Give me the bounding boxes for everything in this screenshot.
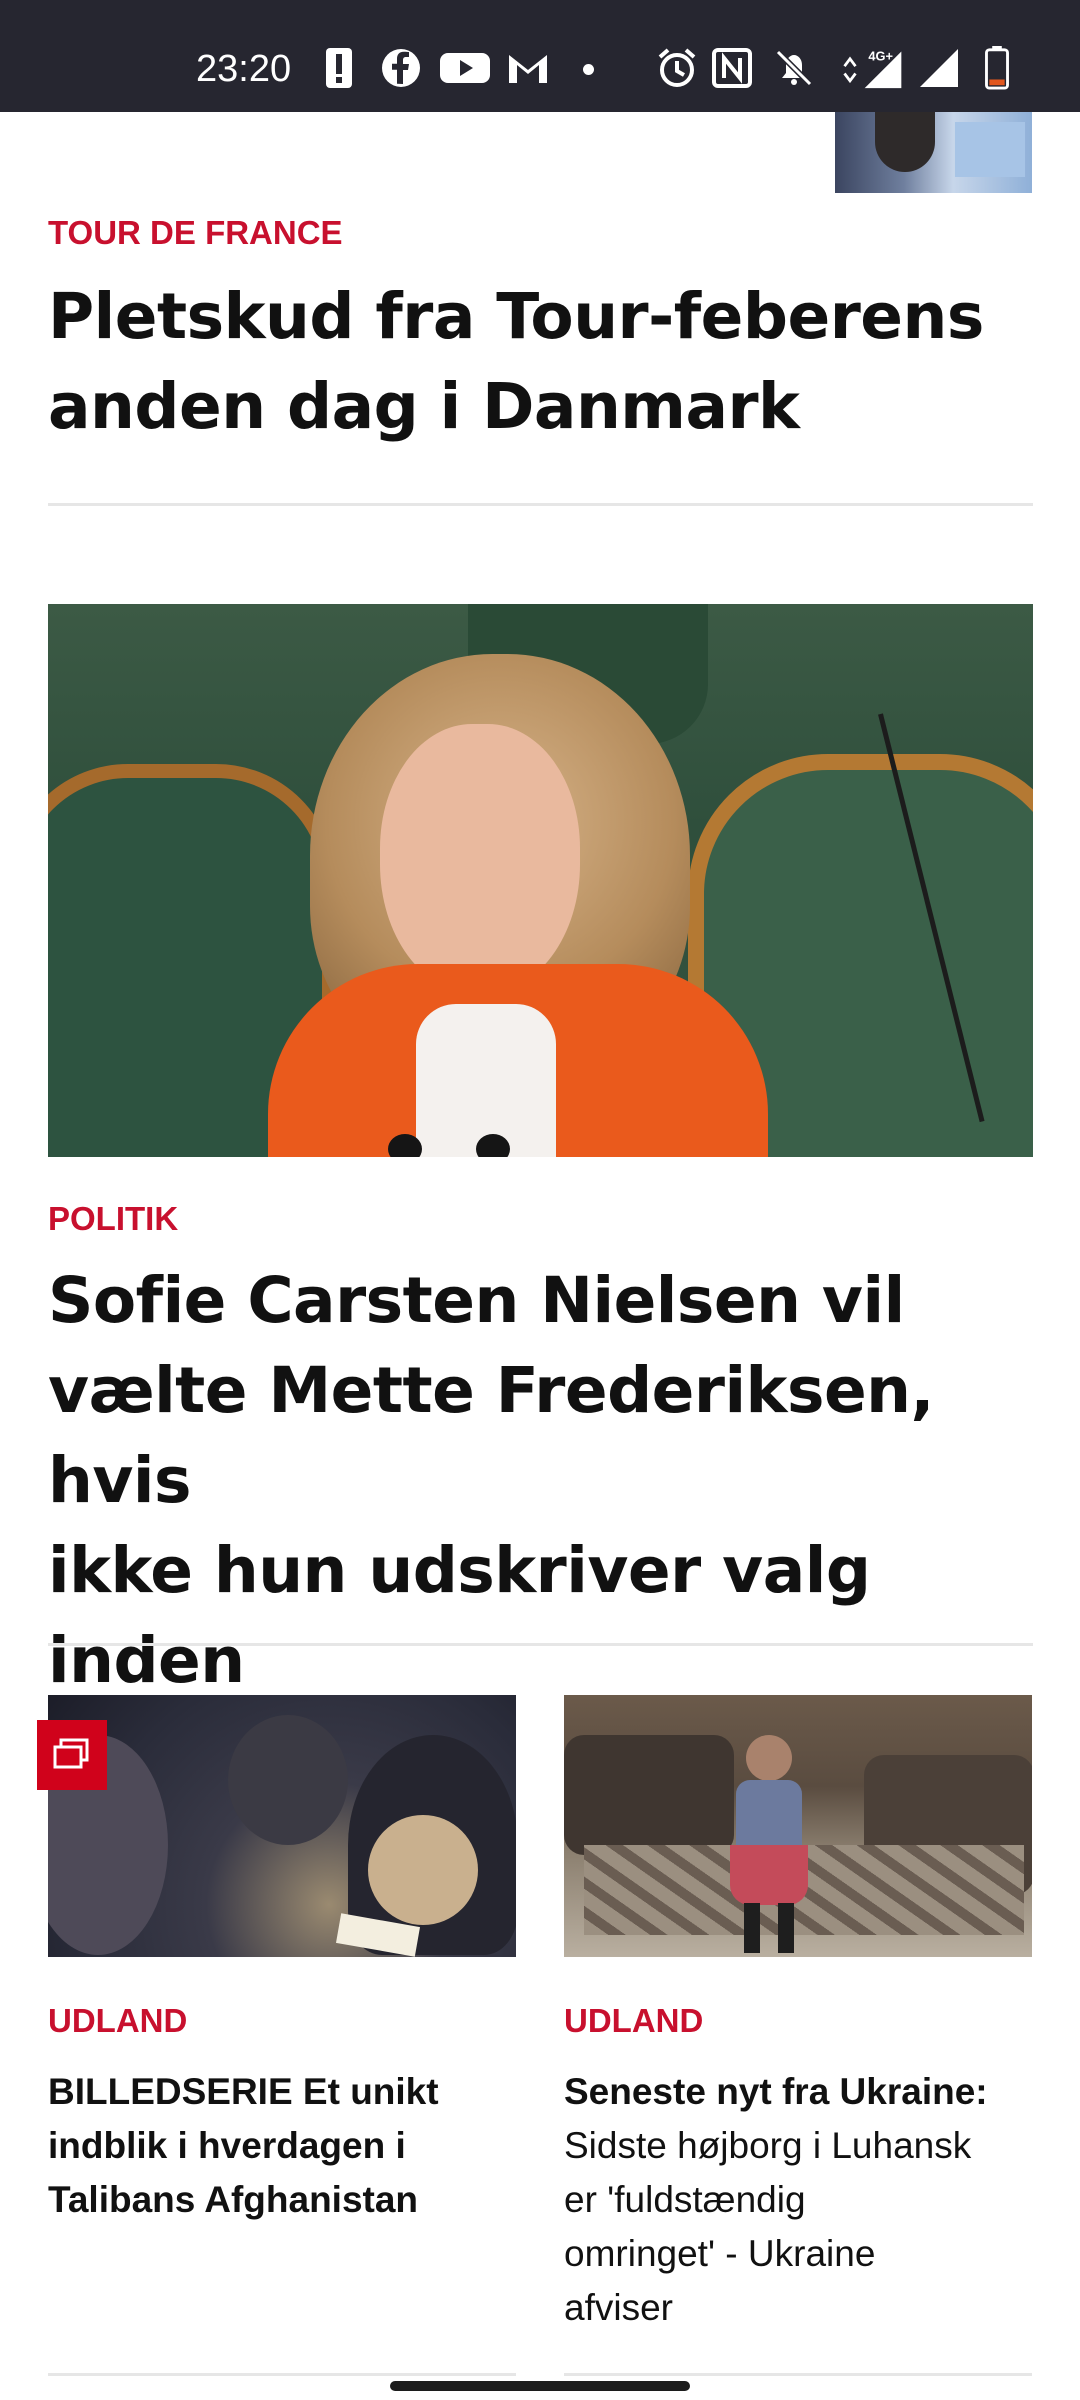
- headline-line: Sofie Carsten Nielsen vil: [48, 1264, 905, 1337]
- article-headline[interactable]: Pletskud fra Tour-feberens anden dag i D…: [48, 272, 1038, 452]
- divider: [48, 503, 1033, 506]
- alert-icon: [326, 48, 352, 88]
- headline-line: ikke hun udskriver valg inden: [48, 1534, 871, 1697]
- network-type-label: 4G+: [868, 49, 893, 64]
- clock: 23:20: [196, 48, 292, 90]
- headline-line: Sidste højborg i Luhansk: [564, 2125, 972, 2166]
- article-headline[interactable]: Seneste nyt fra Ukraine: Sidste højborg …: [564, 2065, 1044, 2335]
- divider: [564, 2373, 1032, 2376]
- article-category[interactable]: UDLAND: [564, 2002, 703, 2040]
- battery-icon: [985, 46, 1009, 90]
- gallery-badge: [37, 1720, 107, 1790]
- article-category[interactable]: UDLAND: [48, 2002, 187, 2040]
- nfc-icon: [712, 48, 752, 88]
- youtube-icon: [440, 53, 490, 83]
- headline-line: afviser: [564, 2287, 673, 2328]
- status-bar: 23:20 4G+: [0, 0, 1080, 112]
- article-thumbnail[interactable]: [835, 112, 1032, 193]
- headline-line: indblik i hverdagen i: [48, 2125, 406, 2166]
- headline-line: Pletskud fra Tour-feberens: [48, 280, 984, 353]
- headline-line: er 'fuldstændig: [564, 2179, 806, 2220]
- signal-icon: [920, 49, 958, 87]
- divider: [48, 1643, 1033, 1646]
- article-category[interactable]: POLITIK: [48, 1200, 178, 1238]
- article-lead-photo[interactable]: [48, 604, 1033, 1157]
- article-thumbnail[interactable]: [564, 1695, 1032, 1957]
- gmail-icon: [509, 55, 547, 83]
- alarm-icon: [658, 48, 696, 87]
- bell-off-icon: [775, 49, 813, 87]
- headline-line: anden dag i Danmark: [48, 370, 800, 443]
- article-category[interactable]: TOUR DE FRANCE: [48, 214, 343, 252]
- gallery-icon: [53, 1738, 89, 1769]
- headline-line: Talibans Afghanistan: [48, 2179, 419, 2220]
- article-headline[interactable]: BILLEDSERIE Et unikt indblik i hverdagen…: [48, 2065, 518, 2227]
- signal-4g-icon: 4G+: [843, 49, 902, 89]
- article-thumbnail[interactable]: [48, 1695, 516, 1957]
- headline-bold: Seneste nyt fra Ukraine:: [564, 2071, 988, 2112]
- headline-line: BILLEDSERIE Et unikt: [48, 2071, 439, 2112]
- headline-line: vælte Mette Frederiksen, hvis: [48, 1354, 934, 1517]
- facebook-icon: [382, 49, 420, 87]
- notification-dot: [583, 64, 594, 75]
- divider: [48, 2373, 516, 2376]
- home-gesture-bar[interactable]: [390, 2381, 690, 2391]
- headline-line: omringet' - Ukraine: [564, 2233, 876, 2274]
